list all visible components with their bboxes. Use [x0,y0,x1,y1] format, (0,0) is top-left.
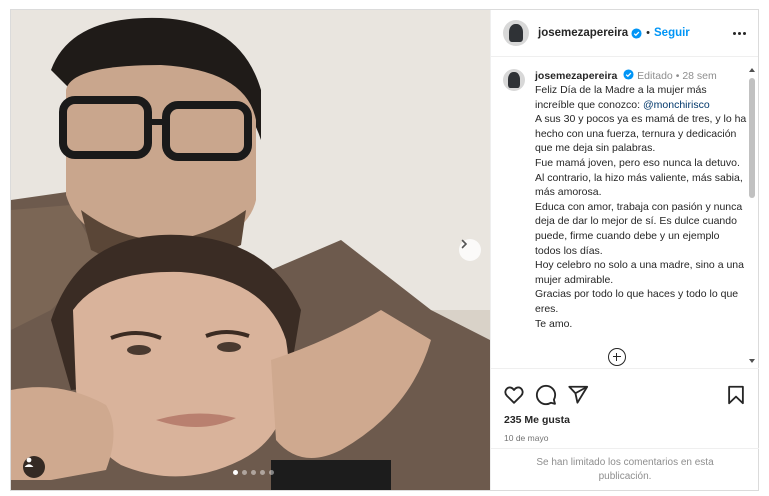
post-media[interactable] [11,10,490,490]
carousel-dot [260,470,265,475]
scroll-down-arrow[interactable] [749,359,755,363]
post-header: josemezapereira • Seguir [491,10,758,57]
tagged-users-button[interactable] [23,456,45,478]
action-bar [491,369,759,409]
post-date[interactable]: 10 de mayo [491,426,759,443]
carousel-indicator [233,470,274,475]
user-tag-icon [24,457,34,467]
caption-paragraph: A sus 30 y pocos ya es mamá de tres, y l… [535,113,747,155]
scrollbar-thumb[interactable] [749,78,755,198]
separator-dot: • [646,27,650,39]
carousel-dot [269,470,274,475]
caption-paragraph: Educa con amor, trabaja con pasión y nun… [535,200,743,257]
post-actions-section: 235 Me gusta 10 de mayo [491,368,759,443]
chevron-right-icon [461,239,468,249]
caption-paragraph: Gracias por todo lo que haces y todo lo … [535,288,739,315]
plus-circle-icon[interactable] [608,348,626,366]
share-icon[interactable] [567,384,589,406]
post-dialog: josemezapereira • Seguir josemezapereira [10,9,759,491]
caption-scroll-area[interactable]: josemezapereira Editado • 28 sem Feliz D… [491,58,759,368]
caption-paragraph: Te amo. [535,317,573,330]
post-side-panel: josemezapereira • Seguir josemezapereira [490,10,759,490]
post-time[interactable]: 28 sem [682,70,716,82]
avatar[interactable] [503,69,525,91]
separator-dot: • [675,70,680,82]
photo-illustration [11,10,490,490]
carousel-dot [233,470,238,475]
carousel-dot [242,470,247,475]
follow-button[interactable]: Seguir [654,27,690,39]
edited-label: Editado [637,70,673,82]
likes-count[interactable]: 235 Me gusta [491,409,759,426]
carousel-dot [251,470,256,475]
scroll-up-arrow[interactable] [749,68,755,72]
caption-paragraph: Fue mamá joven, pero eso nunca la detuvo… [535,156,743,199]
comments-limited-notice: Se han limitado los comentarios en esta … [491,448,759,490]
verified-badge-icon [623,69,634,80]
bookmark-icon[interactable] [725,384,747,406]
avatar[interactable] [503,20,529,46]
mention-link[interactable]: @monchirisco [643,99,710,111]
comment-icon[interactable] [535,384,557,406]
caption-text: Feliz Día de la Madre a la mujer más inc… [535,83,747,331]
verified-badge-icon [631,27,642,39]
more-options-icon[interactable] [733,31,746,35]
caption: josemezapereira Editado • 28 sem Feliz D… [491,58,759,331]
caption-paragraph: Hoy celebro no solo a una madre, sino a … [535,259,744,286]
next-media-button[interactable] [459,239,481,261]
caption-username[interactable]: josemezapereira [535,70,617,82]
heart-icon[interactable] [503,384,525,406]
username-link[interactable]: josemezapereira [538,27,628,39]
